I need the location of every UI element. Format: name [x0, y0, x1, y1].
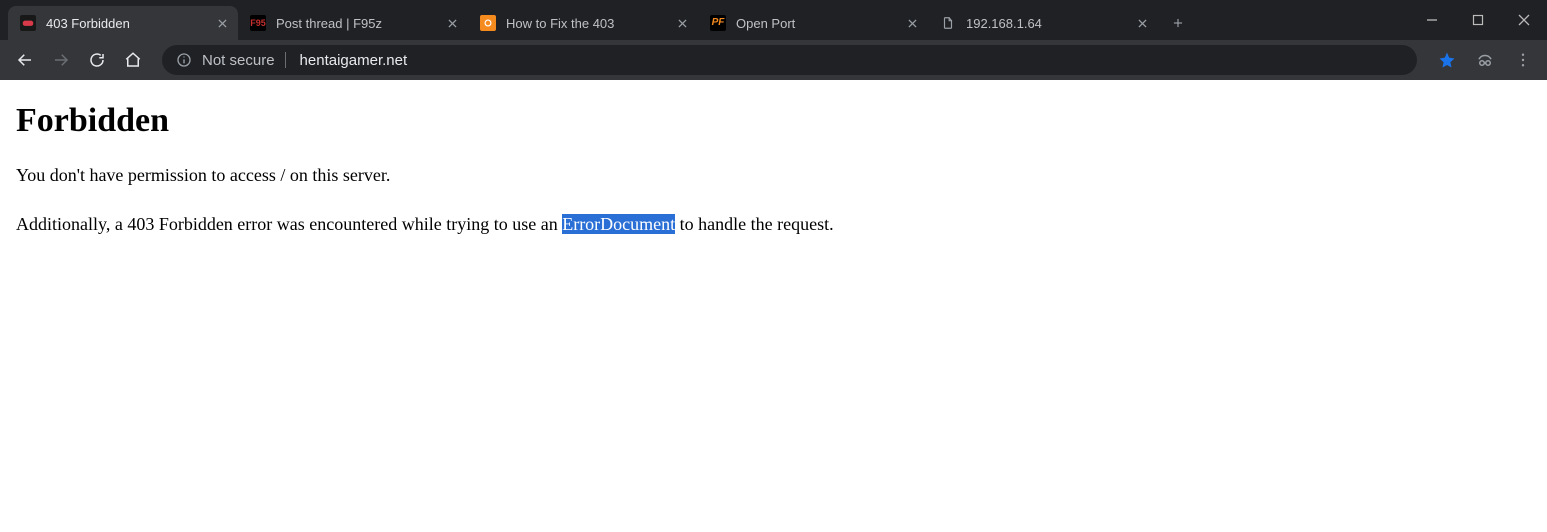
omnibox-divider — [285, 52, 286, 68]
window-close-button[interactable] — [1501, 4, 1547, 36]
home-button[interactable] — [116, 45, 150, 75]
browser-tab[interactable]: 192.168.1.64 — [928, 6, 1158, 40]
tab-close-button[interactable] — [904, 15, 920, 31]
security-label: Not secure — [202, 52, 275, 69]
window-controls — [1409, 0, 1547, 40]
window-maximize-button[interactable] — [1455, 4, 1501, 36]
tab-favicon-icon — [940, 15, 956, 31]
browser-menu-icon[interactable] — [1507, 45, 1539, 75]
tab-favicon-icon: F95 — [250, 15, 266, 31]
tab-favicon-icon — [20, 15, 36, 31]
selected-text: ErrorDocument — [562, 214, 675, 234]
tab-title: Post thread | F95z — [276, 16, 438, 31]
window-minimize-button[interactable] — [1409, 4, 1455, 36]
browser-tab[interactable]: How to Fix the 403 — [468, 6, 698, 40]
tab-close-button[interactable] — [674, 15, 690, 31]
forward-button[interactable] — [44, 45, 78, 75]
new-tab-button[interactable] — [1164, 9, 1192, 37]
page-heading: Forbidden — [16, 102, 1531, 140]
toolbar-right — [1431, 45, 1539, 75]
info-icon — [176, 52, 192, 68]
incognito-icon[interactable] — [1469, 45, 1501, 75]
p2-text-b: to handle the request. — [675, 214, 833, 234]
browser-tab[interactable]: PF Open Port — [698, 6, 928, 40]
tab-title: How to Fix the 403 — [506, 16, 668, 31]
tab-title: Open Port — [736, 16, 898, 31]
browser-toolbar: Not secure hentaigamer.net — [0, 40, 1547, 80]
tab-close-button[interactable] — [214, 15, 230, 31]
tab-title: 192.168.1.64 — [966, 16, 1128, 31]
error-paragraph-2: Additionally, a 403 Forbidden error was … — [16, 211, 1531, 238]
bookmark-star-icon[interactable] — [1431, 45, 1463, 75]
browser-tab[interactable]: F95 Post thread | F95z — [238, 6, 468, 40]
reload-button[interactable] — [80, 45, 114, 75]
error-paragraph-1: You don't have permission to access / on… — [16, 162, 1531, 189]
page-content: Forbidden You don't have permission to a… — [0, 80, 1547, 532]
tab-close-button[interactable] — [1134, 15, 1150, 31]
tab-favicon-icon — [480, 15, 496, 31]
tab-title: 403 Forbidden — [46, 16, 208, 31]
p2-text-a: Additionally, a 403 Forbidden error was … — [16, 214, 562, 234]
tab-close-button[interactable] — [444, 15, 460, 31]
tab-favicon-icon: PF — [710, 15, 726, 31]
url-text: hentaigamer.net — [300, 52, 408, 69]
back-button[interactable] — [8, 45, 42, 75]
browser-tab[interactable]: 403 Forbidden — [8, 6, 238, 40]
address-bar[interactable]: Not secure hentaigamer.net — [162, 45, 1417, 75]
tab-strip: 403 Forbidden F95 Post thread | F95z How to… — [0, 0, 1547, 40]
